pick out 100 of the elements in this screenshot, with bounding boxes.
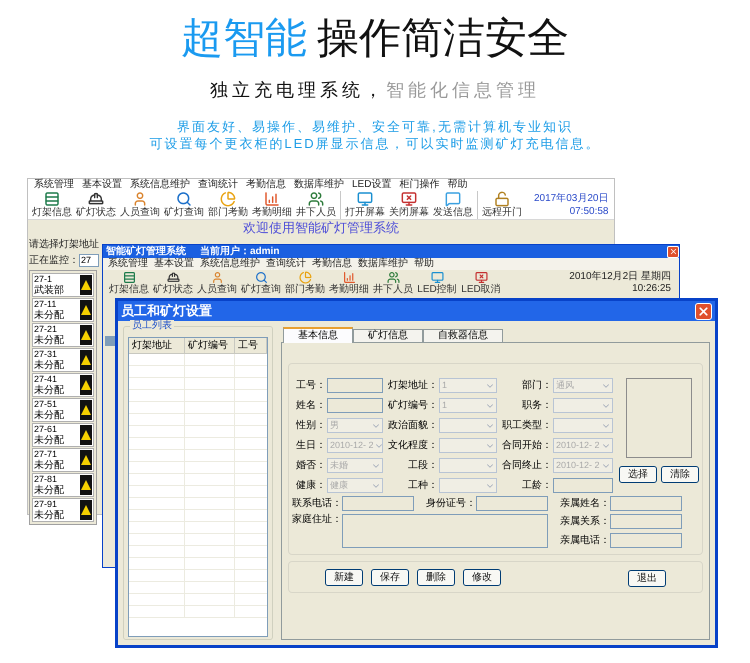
toolbar-button[interactable]: 灯架信息 (107, 270, 151, 296)
tab[interactable]: 基本信息 (283, 327, 353, 343)
subtitle: 独立充电理系统， (210, 80, 386, 100)
toolbar-button[interactable]: 远程开门 (480, 191, 524, 219)
input-field[interactable] (610, 496, 682, 511)
close-button[interactable] (667, 246, 679, 258)
menu-item[interactable]: 查询统计 (263, 258, 309, 270)
toolbar-button[interactable]: 矿灯状态 (74, 191, 118, 219)
rack-status: 未分配 (34, 385, 64, 396)
field-label: 生日： (295, 440, 326, 452)
close-button[interactable] (695, 302, 712, 320)
field-label: 工龄： (521, 480, 552, 492)
toolbar-button[interactable]: 部门考勤 (283, 270, 327, 296)
rack-item[interactable]: 27-51 未分配 (32, 398, 94, 422)
menu-item[interactable]: 考勤信息 (309, 258, 355, 270)
rack-item[interactable]: 27-11 未分配 (32, 298, 94, 322)
menu-item[interactable]: LED设置 (348, 179, 396, 191)
dropdown[interactable] (439, 458, 497, 473)
button[interactable]: 清除 (661, 466, 699, 483)
input-field[interactable] (610, 533, 682, 548)
rack-item[interactable]: 27-1 武装部 (32, 273, 94, 297)
toolbar-button[interactable]: 打开屏幕 (343, 191, 387, 219)
input-field[interactable] (342, 496, 414, 511)
toolbar-button[interactable]: 矿灯查询 (162, 191, 206, 219)
rack-code: 27-41 (34, 374, 58, 384)
menu-item[interactable]: 基本设置 (151, 258, 197, 270)
dropdown[interactable] (439, 438, 497, 453)
headline-highlight: 超智能 (181, 14, 307, 61)
rack-status: 未分配 (34, 360, 64, 371)
menu-item[interactable]: 查询统计 (194, 179, 242, 191)
input-field[interactable] (610, 514, 682, 529)
input-field[interactable] (327, 398, 383, 413)
dropdown[interactable] (553, 418, 613, 433)
rack-item[interactable]: 27-81 未分配 (32, 473, 94, 497)
menu-item[interactable]: 基本设置 (78, 179, 126, 191)
toolbar-button[interactable]: 发送信息 (431, 191, 475, 219)
toolbar-button[interactable]: LED取消 (459, 270, 503, 296)
toolbar-button[interactable]: 考勤明细 (250, 191, 294, 219)
button[interactable]: 修改 (463, 568, 501, 586)
field-label: 亲属关系： (559, 516, 610, 528)
menu-item[interactable]: 考勤信息 (242, 179, 290, 191)
rack-item[interactable]: 27-71 未分配 (32, 448, 94, 472)
toolbar-button[interactable]: 考勤明细 (327, 270, 371, 296)
column-header[interactable]: 灯架地址 (129, 338, 185, 353)
rack-status: 未分配 (34, 335, 64, 346)
rack-item[interactable]: 27-61 未分配 (32, 423, 94, 447)
toolbar-button[interactable]: LED控制 (415, 270, 459, 296)
input-field[interactable] (327, 378, 383, 393)
field-label: 亲属电话： (559, 534, 610, 546)
button[interactable]: 保存 (371, 568, 409, 586)
field-label: 文化程度： (387, 440, 438, 452)
menu-item[interactable]: 数据库维护 (290, 179, 348, 191)
column-header[interactable]: 工号 (235, 338, 267, 353)
toolbar-button[interactable]: 矿灯状态 (151, 270, 195, 296)
column-header[interactable]: 矿灯编号 (185, 338, 235, 353)
rack-item[interactable]: 27-41 未分配 (32, 373, 94, 397)
field-label: 工号： (295, 380, 326, 392)
lamp-warning-icon (80, 475, 92, 495)
menu-item[interactable]: 系统信息维护 (126, 179, 194, 191)
rack-status: 未分配 (34, 510, 64, 521)
button[interactable]: 选择 (619, 466, 657, 483)
button[interactable]: 退出 (628, 570, 666, 587)
menu-item[interactable]: 帮助 (443, 179, 472, 191)
toolbar-button[interactable]: 人员查询 (118, 191, 162, 219)
tab[interactable]: 自救器信息 (423, 329, 503, 342)
toolbar-button[interactable]: 灯架信息 (30, 191, 74, 219)
tab[interactable]: 矿灯信息 (353, 329, 423, 342)
group-title: 请选择灯架地址 (29, 239, 100, 251)
input-field[interactable]: 27 (79, 254, 99, 267)
menu-item[interactable]: 数据库维护 (355, 258, 411, 270)
menu-item[interactable]: 系统管理 (30, 179, 78, 191)
person-icon (132, 191, 148, 207)
dropdown[interactable] (553, 398, 613, 413)
rack-item[interactable]: 27-21 未分配 (32, 323, 94, 347)
menu-item[interactable]: 系统管理 (105, 258, 151, 270)
menu-item[interactable]: 柜门操作 (395, 179, 444, 191)
lamp-warning-icon (80, 375, 92, 395)
toolbar-button[interactable]: 部门考勤 (206, 191, 250, 219)
toolbar-button[interactable]: 关闭屏幕 (387, 191, 431, 219)
rack-item[interactable]: 27-31 未分配 (32, 348, 94, 372)
lamp-warning-icon (80, 425, 92, 445)
dropdown[interactable] (439, 418, 497, 433)
rack-status: 未分配 (34, 435, 64, 446)
rack-status: 未分配 (34, 410, 64, 421)
rack-item[interactable]: 27-91 未分配 (32, 498, 94, 522)
toolbar-button[interactable]: 井下人员 (371, 270, 415, 296)
toolbar-button[interactable]: 矿灯查询 (239, 270, 283, 296)
toolbar-button[interactable]: 人员查询 (195, 270, 239, 296)
input-field[interactable] (476, 496, 548, 511)
rack-code: 27-51 (34, 399, 58, 410)
menu-item[interactable]: 系统信息维护 (197, 258, 263, 270)
dropdown[interactable] (439, 478, 497, 493)
input-field[interactable] (553, 478, 613, 493)
dialog-title: 员工和矿灯设置 (121, 303, 212, 319)
menu-item[interactable]: 帮助 (411, 258, 437, 270)
button[interactable]: 新建 (325, 568, 363, 586)
field-label: 部门： (521, 380, 552, 392)
toolbar-button[interactable]: 井下人员 (294, 191, 338, 219)
address-field[interactable] (342, 514, 548, 548)
button[interactable]: 删除 (417, 568, 455, 586)
